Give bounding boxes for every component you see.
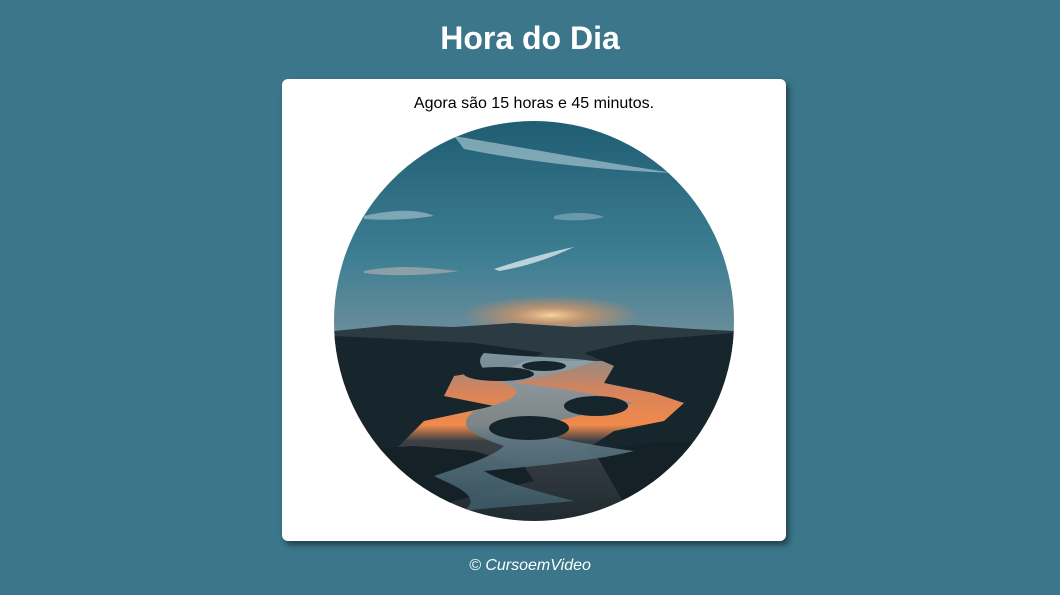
time-message: Agora são 15 horas e 45 minutos.: [413, 95, 655, 112]
content-card: Agora são 15 horas e 45 minutos.: [282, 79, 786, 541]
sunset-landscape-photo: [334, 121, 734, 521]
page-title: Hora do Dia: [440, 20, 620, 56]
footer-copyright: © CursoemVideo: [469, 557, 591, 574]
